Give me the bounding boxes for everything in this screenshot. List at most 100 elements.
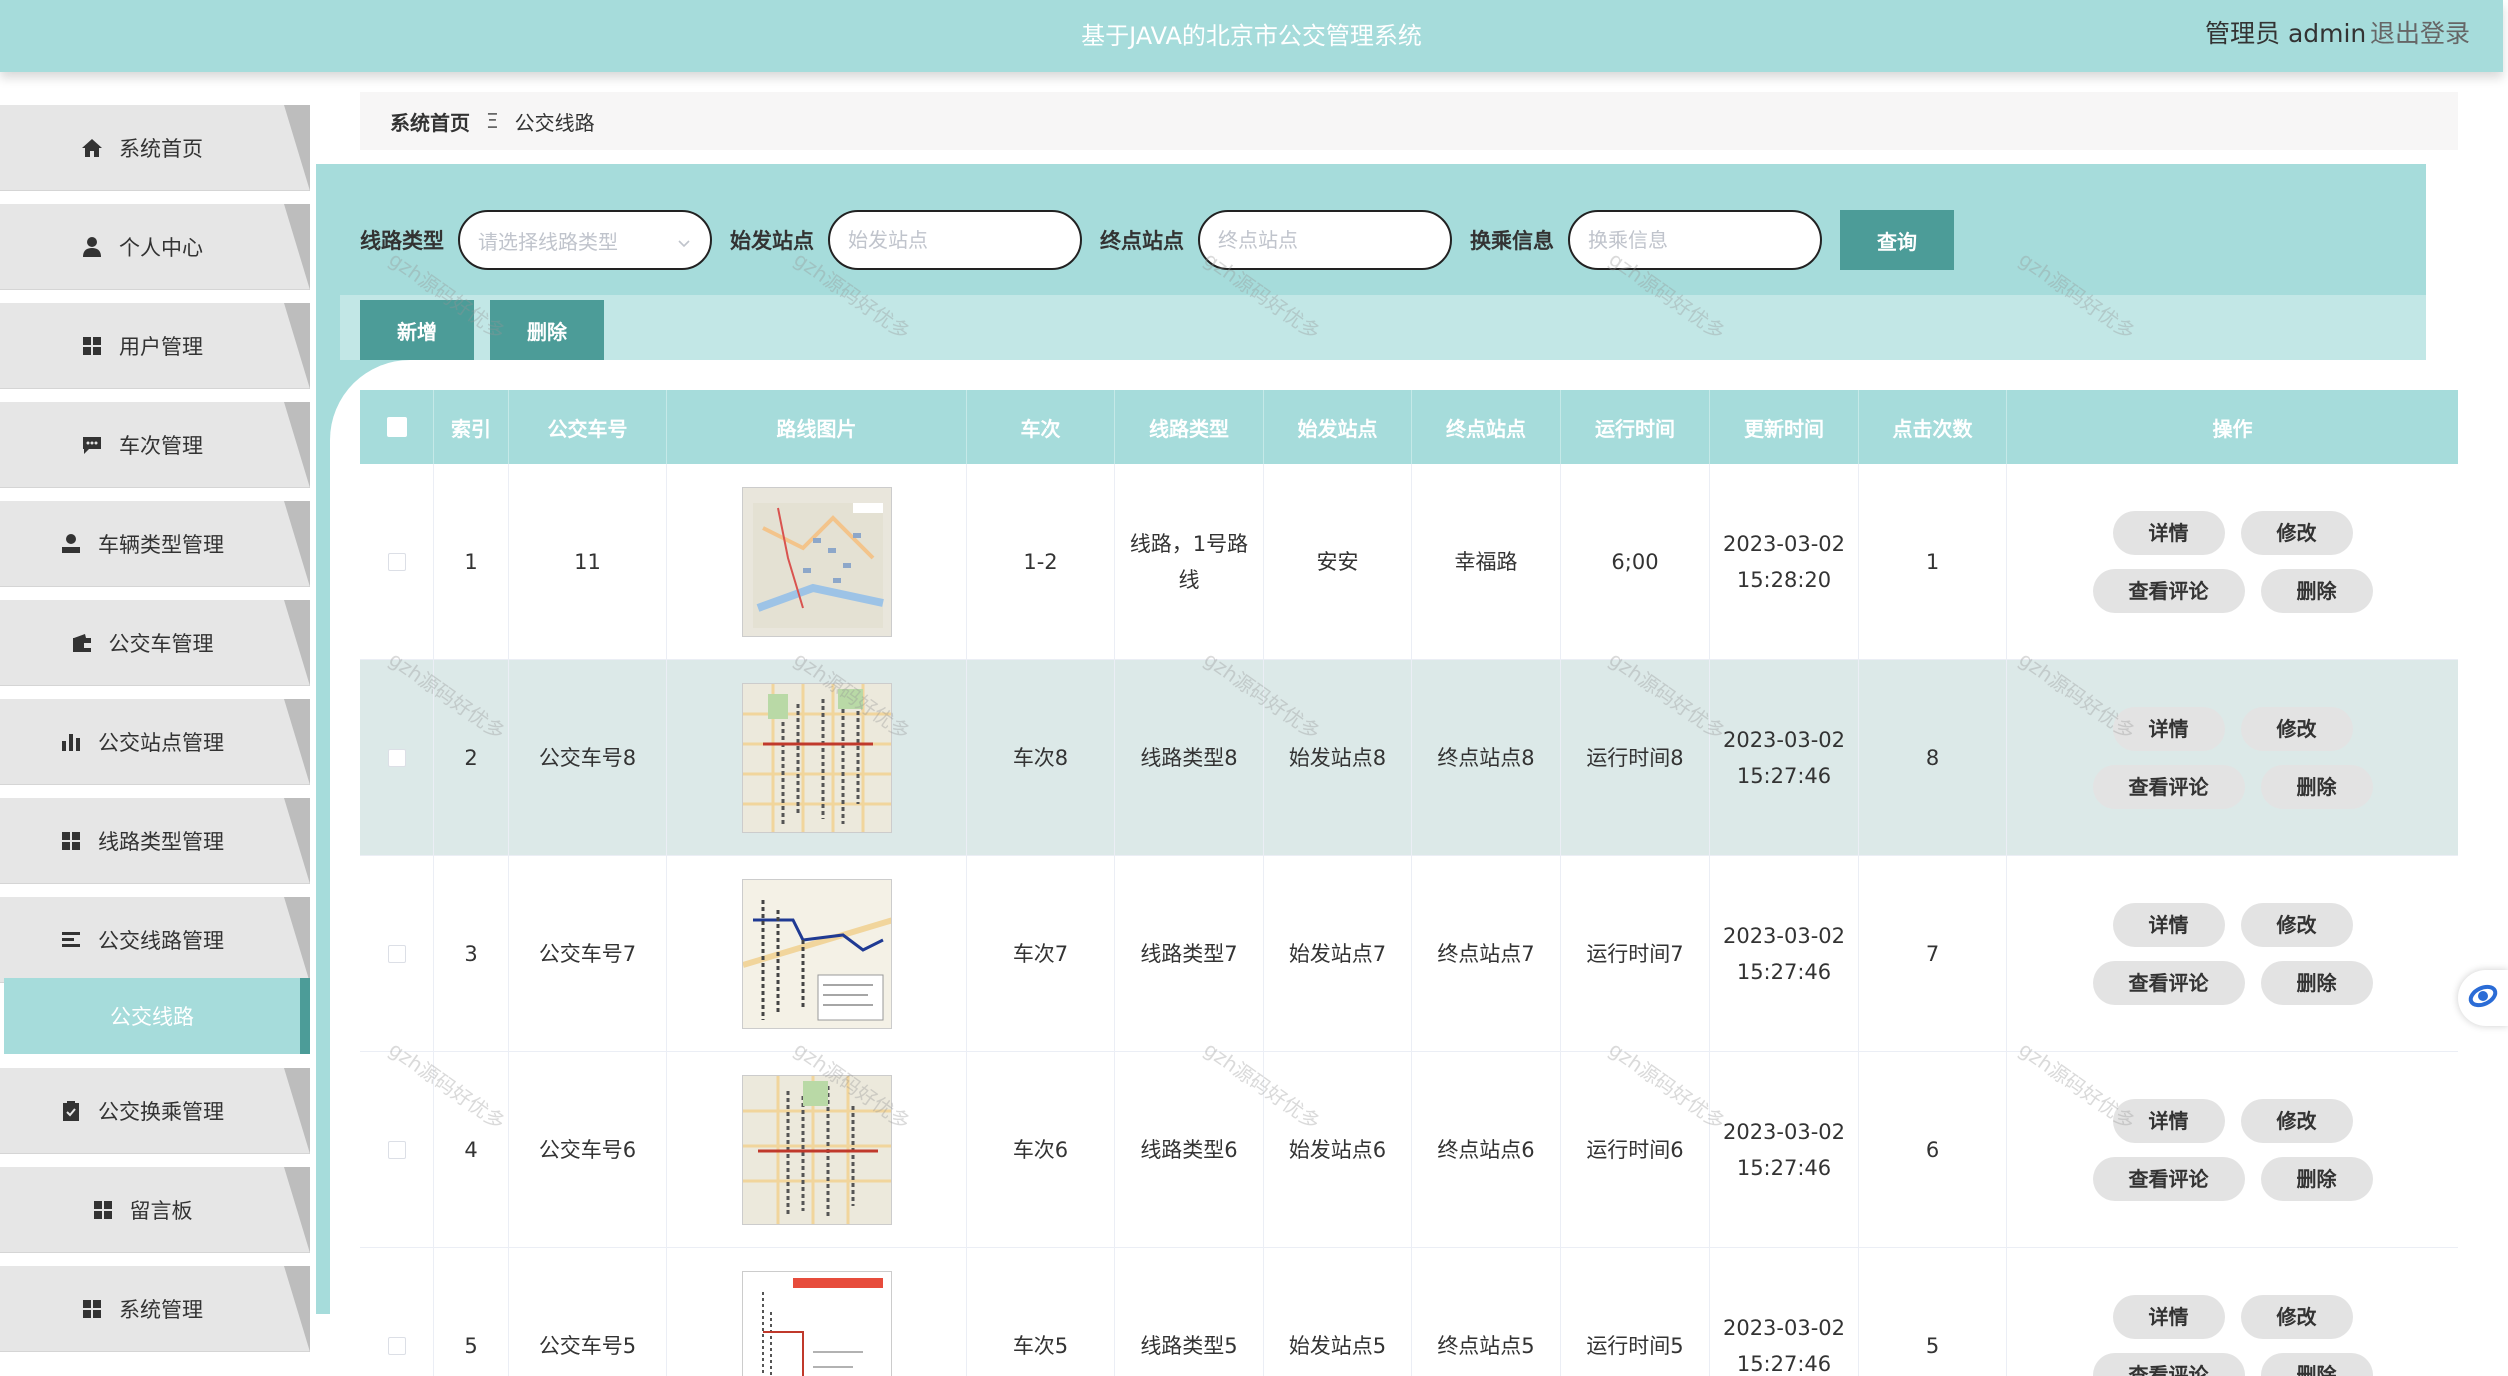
table-row: 3 公交车号7 车次7 线路类型7 始发站点7 终点站点7 运行时间7 2023… [360, 856, 2458, 1052]
row-checkbox-cell [360, 660, 434, 856]
search-bar: 线路类型 请选择线路类型 始发站点 终点站点 换乘信息 查询 [360, 210, 1954, 270]
column-header: 线路类型 [1115, 390, 1264, 464]
delete-button[interactable]: 删除 [2260, 1157, 2373, 1201]
top-header: 基于JAVA的北京市公交管理系统 管理员 admin 退出登录 [0, 0, 2503, 72]
view-comments-button[interactable]: 查看评论 [2092, 569, 2245, 613]
trip-cell: 车次5 [967, 1248, 1115, 1376]
content-background-band [340, 295, 2426, 360]
row-checkbox[interactable] [387, 1337, 406, 1355]
run-time-cell: 6;00 [1561, 464, 1710, 660]
detail-button[interactable]: 详情 [2112, 511, 2225, 555]
end-station-cell: 幸福路 [1412, 464, 1561, 660]
orbit-icon [2466, 979, 2500, 1017]
select-all-checkbox[interactable] [386, 417, 407, 437]
start-station-cell: 安安 [1264, 464, 1412, 660]
breadcrumb: 系统首页 Ξ 公交线路 [360, 92, 2458, 150]
sidebar-item-label: 车次管理 [119, 434, 203, 458]
end-station-cell: 终点站点5 [1412, 1248, 1561, 1376]
sidebar-item-users[interactable]: 用户管理 [0, 303, 310, 389]
operations-cell: 详情 修改 查看评论 删除 [2007, 856, 2458, 1052]
row-checkbox[interactable] [387, 1141, 406, 1159]
click-count-cell: 1 [1859, 464, 2007, 660]
route-image-cell [667, 856, 967, 1052]
start-station-cell: 始发站点8 [1264, 660, 1412, 856]
route-type-cell: 线路类型6 [1115, 1052, 1264, 1248]
app-title: 基于JAVA的北京市公交管理系统 [1081, 22, 1422, 50]
route-image-cell [667, 464, 967, 660]
edit-button[interactable]: 修改 [2240, 1295, 2353, 1339]
end-station-field [1198, 210, 1452, 270]
row-checkbox-cell [360, 1052, 434, 1248]
sidebar-item-profile[interactable]: 个人中心 [0, 204, 310, 290]
route-map-image[interactable] [741, 487, 892, 637]
run-time-cell: 运行时间7 [1561, 856, 1710, 1052]
sidebar-item-routes[interactable]: 公交线路管理 [0, 897, 310, 983]
column-header: 点击次数 [1859, 390, 2007, 464]
detail-button[interactable]: 详情 [2112, 1099, 2225, 1143]
row-checkbox[interactable] [387, 945, 406, 963]
column-header: 终点站点 [1412, 390, 1561, 464]
detail-button[interactable]: 详情 [2112, 903, 2225, 947]
sidebar-item-vehicle-types[interactable]: 车辆类型管理 [0, 501, 310, 587]
select-all-cell [360, 390, 434, 464]
route-map-image[interactable] [741, 1271, 892, 1376]
sidebar-item-label: 系统管理 [119, 1298, 203, 1322]
route-map-image[interactable] [741, 1075, 892, 1225]
breadcrumb-home[interactable]: 系统首页 [390, 107, 470, 136]
updated-at-cell: 2023-03-02 15:27:46 [1710, 1052, 1859, 1248]
sidebar: 系统首页 个人中心 用户管理 车次管理 车辆类型管理 公交车管理 公交站点管理 [0, 90, 318, 1376]
delete-button[interactable]: 删除 [2260, 569, 2373, 613]
detail-button[interactable]: 详情 [2112, 1295, 2225, 1339]
bus-number-cell: 公交车号5 [509, 1248, 667, 1376]
route-type-select[interactable]: 请选择线路类型 [458, 210, 712, 270]
operations-cell: 详情 修改 查看评论 删除 [2007, 464, 2458, 660]
edit-button[interactable]: 修改 [2240, 511, 2353, 555]
edit-button[interactable]: 修改 [2240, 707, 2353, 751]
breadcrumb-separator: Ξ [486, 109, 499, 133]
query-button[interactable]: 查询 [1840, 210, 1954, 270]
edit-button[interactable]: 修改 [2240, 1099, 2353, 1143]
batch-delete-button[interactable]: 删除 [490, 300, 604, 360]
route-map-image[interactable] [741, 879, 892, 1029]
sidebar-item-stations[interactable]: 公交站点管理 [0, 699, 310, 785]
view-comments-button[interactable]: 查看评论 [2092, 1353, 2245, 1376]
sidebar-item-home[interactable]: 系统首页 [0, 105, 310, 191]
delete-button[interactable]: 删除 [2260, 961, 2373, 1005]
delete-button[interactable]: 删除 [2260, 765, 2373, 809]
view-comments-button[interactable]: 查看评论 [2092, 961, 2245, 1005]
list-icon [60, 929, 82, 951]
delete-button[interactable]: 删除 [2260, 1353, 2373, 1376]
operations-cell: 详情 修改 查看评论 删除 [2007, 1248, 2458, 1376]
index-cell: 5 [434, 1248, 509, 1376]
start-station-input[interactable] [848, 228, 1048, 252]
end-station-input[interactable] [1218, 228, 1418, 252]
sidebar-item-trips[interactable]: 车次管理 [0, 402, 310, 488]
floating-assistant-button[interactable] [2458, 970, 2508, 1026]
edit-button[interactable]: 修改 [2240, 903, 2353, 947]
end-station-cell: 终点站点6 [1412, 1052, 1561, 1248]
column-header: 索引 [434, 390, 509, 464]
add-button[interactable]: 新增 [360, 300, 474, 360]
row-checkbox-cell [360, 1248, 434, 1376]
route-map-image[interactable] [741, 683, 892, 833]
bus-number-cell: 公交车号7 [509, 856, 667, 1052]
sidebar-item-transfers[interactable]: 公交换乘管理 [0, 1068, 310, 1154]
detail-button[interactable]: 详情 [2112, 707, 2225, 751]
route-type-cell: 线路类型7 [1115, 856, 1264, 1052]
chevron-down-icon [676, 232, 692, 256]
logout-link[interactable]: 退出登录 [2370, 14, 2470, 50]
sidebar-item-route-types[interactable]: 线路类型管理 [0, 798, 310, 884]
row-checkbox[interactable] [387, 553, 406, 571]
sidebar-item-message-board[interactable]: 留言板 [0, 1167, 310, 1253]
sidebar-subitem-bus-routes[interactable]: 公交线路 [4, 978, 310, 1054]
view-comments-button[interactable]: 查看评论 [2092, 765, 2245, 809]
updated-date: 2023-03-02 [1722, 924, 1846, 948]
transfer-info-input[interactable] [1588, 228, 1788, 252]
sidebar-item-system[interactable]: 系统管理 [0, 1266, 310, 1352]
row-checkbox[interactable] [387, 749, 406, 767]
view-comments-button[interactable]: 查看评论 [2092, 1157, 2245, 1201]
sidebar-item-label: 公交站点管理 [98, 731, 224, 755]
sidebar-item-label: 公交车管理 [108, 632, 214, 656]
index-cell: 2 [434, 660, 509, 856]
sidebar-item-buses[interactable]: 公交车管理 [0, 600, 310, 686]
